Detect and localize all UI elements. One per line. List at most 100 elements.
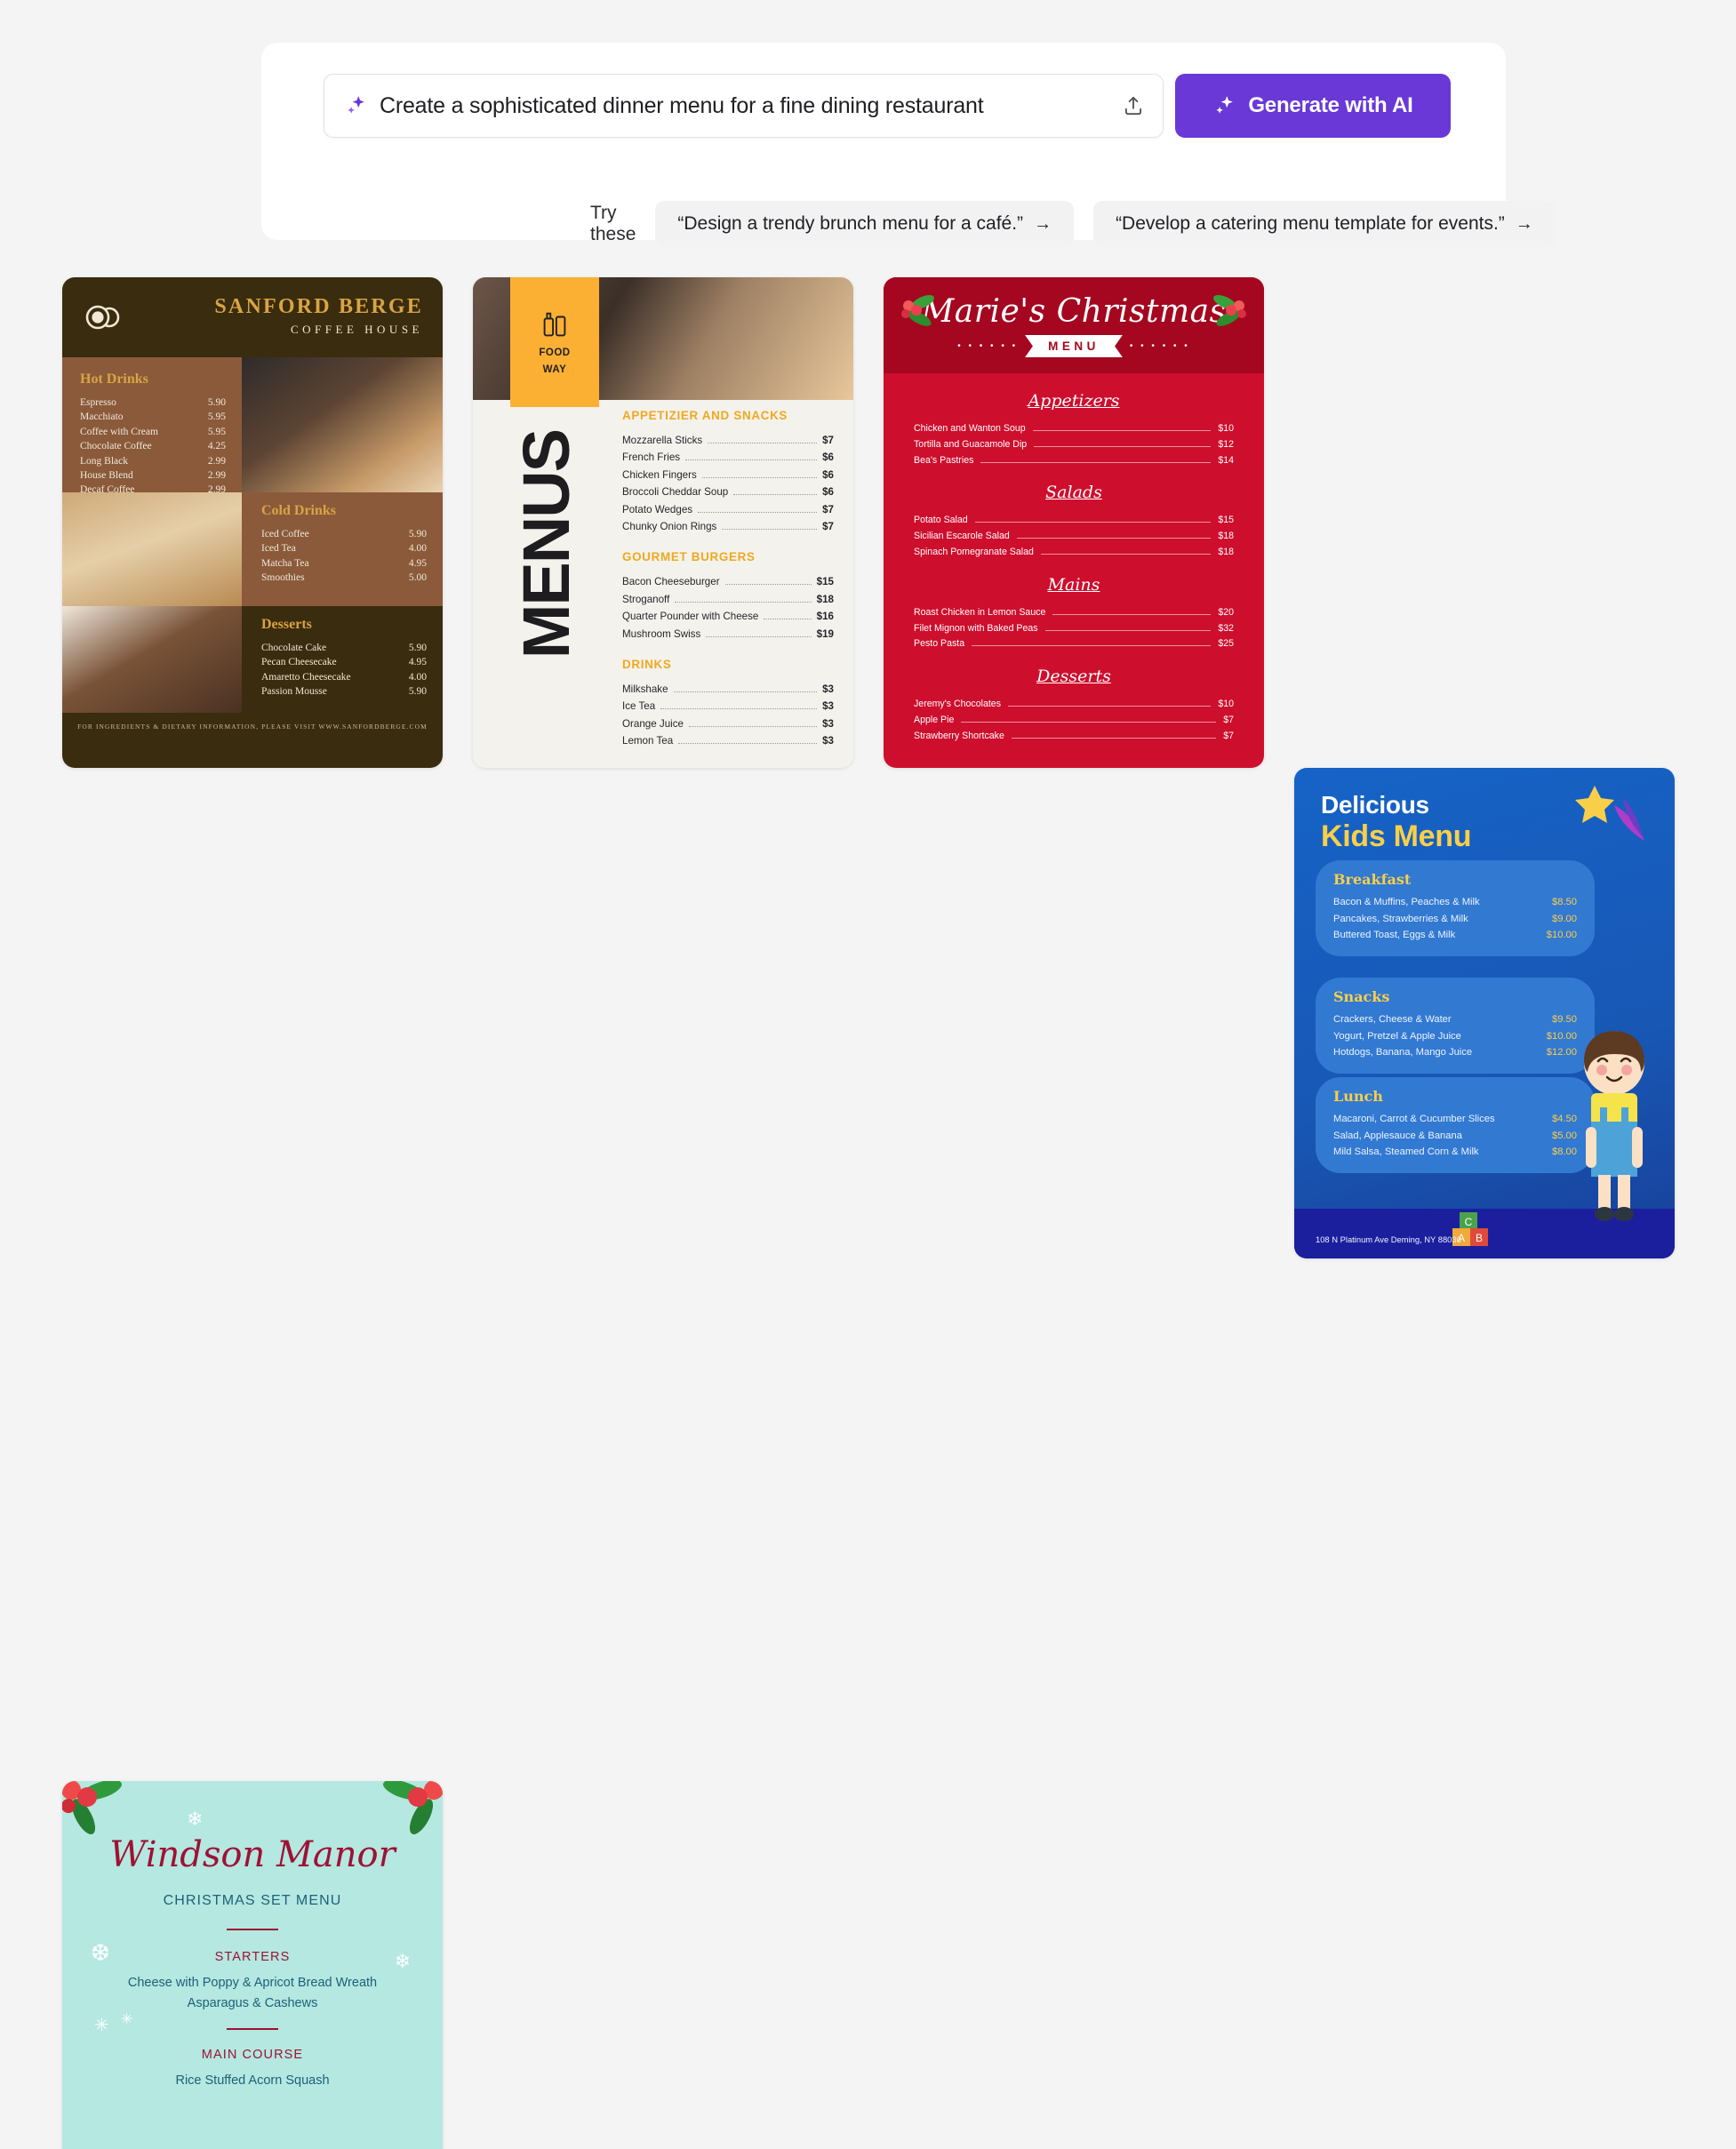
item-name: Macaroni, Carrot & Cucumber Slices bbox=[1333, 1114, 1495, 1124]
brand-subtitle: COFFEE HOUSE bbox=[291, 323, 423, 336]
divider bbox=[227, 1929, 278, 1930]
prompt-input[interactable]: Create a sophisticated dinner menu for a… bbox=[324, 74, 1164, 138]
template-grid: SANFORD BERGE COFFEE HOUSE Hot Drinks Es… bbox=[62, 277, 1675, 2149]
section-heading: Cold Drinks bbox=[261, 503, 337, 518]
menu-item: Matcha Tea 4.95 bbox=[261, 556, 427, 571]
item-name: Pancakes, Strawberries & Milk bbox=[1333, 913, 1468, 924]
suggestions-row: Try these “Design a trendy brunch menu f… bbox=[590, 201, 1556, 247]
item-name: Salad, Applesauce & Banana bbox=[1333, 1130, 1462, 1141]
ribbon-label: MENU bbox=[1025, 335, 1123, 357]
leader-line bbox=[1011, 737, 1217, 739]
leader-dots bbox=[706, 635, 812, 637]
item-price: 4.25 bbox=[207, 441, 226, 452]
item-name: Orange Juice bbox=[622, 717, 684, 730]
leader-dots bbox=[685, 459, 818, 461]
menu-item: House Blend 2.99 bbox=[80, 468, 226, 483]
prompt-row: Create a sophisticated dinner menu for a… bbox=[324, 74, 1451, 138]
item-name: Strawberry Shortcake bbox=[914, 730, 1004, 741]
menu-item: Stroganoff $18 bbox=[622, 591, 834, 608]
menu-body: APPETIZIER AND SNACKS Mozzarella Sticks $… bbox=[622, 409, 834, 750]
item-price: $15 bbox=[816, 576, 834, 588]
leader-dots bbox=[678, 743, 818, 745]
card-header: Marie's Christmas • • • • • • MENU • • •… bbox=[884, 277, 1264, 373]
menu-item: Smoothies 5.00 bbox=[261, 571, 427, 585]
leader-dots bbox=[698, 511, 818, 513]
brand-name: Marie's Christmas bbox=[921, 293, 1227, 330]
template-card-windson-manor[interactable]: ❄ ❆ ✳ ✳ ❄ Windson Manor CHRISTMAS SET ME… bbox=[62, 1781, 443, 2149]
snacks-section: Snacks Crackers, Cheese & Water $9.50 Yog… bbox=[1316, 978, 1595, 1074]
leader-dots bbox=[724, 584, 812, 586]
item-price: $16 bbox=[816, 611, 834, 623]
leader-line bbox=[980, 461, 1212, 463]
item-price: $6 bbox=[822, 451, 834, 464]
item-price: 4.95 bbox=[408, 657, 427, 668]
upload-icon[interactable] bbox=[1122, 93, 1145, 118]
cold-drinks-section: Cold Drinks Iced Coffee 5.90 Iced Tea 4.00… bbox=[242, 492, 443, 606]
sparkle-icon bbox=[348, 96, 364, 114]
item-name: Iced Coffee bbox=[261, 529, 309, 539]
item-price: 5.95 bbox=[207, 411, 226, 423]
item-price: 5.90 bbox=[408, 686, 427, 698]
menu-item: Orange Juice $3 bbox=[622, 715, 834, 732]
suggestion-chip-1[interactable]: “Design a trendy brunch menu for a café.… bbox=[655, 201, 1075, 247]
leader-dots bbox=[673, 691, 818, 693]
section-line: Cheese with Poppy & Apricot Bread Wreath bbox=[127, 1976, 378, 1990]
item-price: $9.00 bbox=[1552, 913, 1577, 924]
item-price: $3 bbox=[822, 735, 834, 747]
item-name: Potato Salad bbox=[914, 515, 968, 526]
generate-with-ai-button[interactable]: Generate with AI bbox=[1175, 74, 1451, 138]
menu-item: Bea's Pastries $14 bbox=[914, 453, 1234, 469]
suggestion-chip-2[interactable]: “Develop a catering menu template for ev… bbox=[1093, 201, 1556, 247]
leader-dots bbox=[688, 725, 818, 727]
menu-item: Tortilla and Guacamole Dip $12 bbox=[914, 437, 1234, 453]
ai-prompt-panel: Create a sophisticated dinner menu for a… bbox=[261, 43, 1556, 247]
item-name: Potato Wedges bbox=[622, 503, 693, 515]
menu-item: Amaretto Cheesecake 4.00 bbox=[261, 670, 427, 684]
item-price: $3 bbox=[822, 700, 834, 713]
leader-line bbox=[961, 721, 1217, 723]
template-card-kids-menu[interactable]: Delicious Kids Menu Breakfast Bacon & Mu… bbox=[1294, 768, 1675, 1258]
item-name: Sicilian Escarole Salad bbox=[914, 531, 1010, 542]
item-name: Pesto Pasta bbox=[914, 638, 965, 650]
menu-item: Iced Tea 4.00 bbox=[261, 541, 427, 555]
vertical-title: MENUS bbox=[509, 430, 583, 659]
item-price: 4.00 bbox=[408, 671, 427, 683]
breakfast-section: Breakfast Bacon & Muffins, Peaches & Mil… bbox=[1316, 860, 1595, 956]
menu-item: Filet Mignon with Baked Peas $32 bbox=[914, 621, 1234, 637]
lunch-section: Lunch Macaroni, Carrot & Cucumber Slices… bbox=[1316, 1077, 1595, 1173]
item-price: $18 bbox=[1218, 531, 1234, 542]
template-card-maries-christmas[interactable]: Marie's Christmas • • • • • • MENU • • •… bbox=[884, 277, 1264, 768]
menu-item: Yogurt, Pretzel & Apple Juice $10.00 bbox=[1333, 1028, 1577, 1045]
menu-item: Strawberry Shortcake $7 bbox=[914, 729, 1234, 745]
menu-item: Jeremy's Chocolates $10 bbox=[914, 697, 1234, 713]
template-card-food-way[interactable]: FOOD WAY MENUS APPETIZIER AND SNACKS Moz… bbox=[473, 277, 853, 768]
item-price: $3 bbox=[822, 683, 834, 696]
leader-dots bbox=[722, 529, 818, 531]
item-name: Milkshake bbox=[622, 683, 668, 696]
item-price: $10 bbox=[1218, 423, 1234, 434]
item-name: Espresso bbox=[80, 397, 116, 408]
hot-drinks-section: Hot Drinks Espresso 5.90 Macchiato 5.95 Co… bbox=[62, 357, 242, 495]
item-price: $6 bbox=[822, 468, 834, 481]
section-heading: Salads bbox=[1045, 483, 1102, 503]
menu-item: Mushroom Swiss $19 bbox=[622, 626, 834, 643]
item-price: 5.95 bbox=[207, 426, 226, 437]
item-name: Broccoli Cheddar Soup bbox=[622, 486, 729, 499]
brand-name: Windson Manor bbox=[109, 1834, 396, 1875]
item-name: Quarter Pounder with Cheese bbox=[622, 611, 759, 623]
template-card-sanford-berge[interactable]: SANFORD BERGE COFFEE HOUSE Hot Drinks Es… bbox=[62, 277, 443, 768]
menu-item: Crackers, Cheese & Water $9.50 bbox=[1333, 1011, 1577, 1028]
item-name: Yogurt, Pretzel & Apple Juice bbox=[1333, 1030, 1461, 1042]
generate-label: Generate with AI bbox=[1248, 93, 1413, 117]
item-price: $6 bbox=[822, 486, 834, 499]
item-price: $7 bbox=[1223, 730, 1234, 741]
menu-item: Potato Salad $15 bbox=[914, 513, 1234, 529]
item-name: House Blend bbox=[80, 470, 133, 482]
item-name: Coffee with Cream bbox=[80, 426, 158, 437]
menu-item: Coffee with Cream 5.95 bbox=[80, 425, 226, 439]
address-line: 108 N Platinum Ave Deming, NY 88030 bbox=[1316, 1234, 1461, 1244]
section-heading: DRINKS bbox=[622, 658, 672, 672]
item-name: Chocolate Coffee bbox=[80, 441, 152, 452]
arrow-right-icon: → bbox=[1515, 213, 1533, 234]
item-price: $7 bbox=[822, 435, 834, 446]
